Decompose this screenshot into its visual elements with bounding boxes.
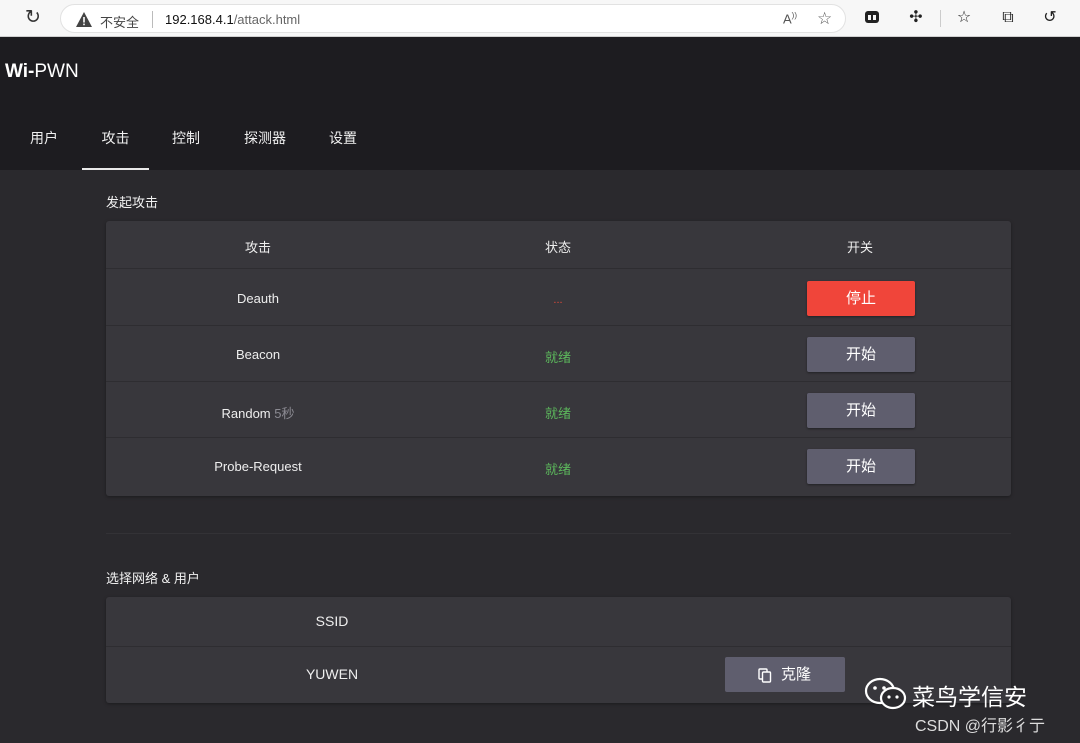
address-bar[interactable]: 不安全 192.168.4.1/attack.html A)) ☆	[60, 4, 846, 33]
favorites-icon[interactable]: ☆	[954, 8, 974, 28]
table-row: Beacon 就绪 开始	[106, 326, 1011, 382]
stop-button[interactable]: 停止	[807, 281, 915, 316]
header-attack: 攻击	[244, 240, 271, 255]
attack-duration: 5秒	[274, 406, 295, 421]
address-divider	[152, 11, 153, 28]
table-header-row: 攻击 状态 开关	[106, 221, 1011, 269]
header-status: 状态	[544, 240, 571, 255]
insecure-label: 不安全	[100, 15, 140, 30]
start-button[interactable]: 开始	[807, 337, 915, 372]
table-row: Deauth ... 停止	[106, 270, 1011, 326]
brand-bold: Wi-	[5, 61, 35, 82]
section-divider	[106, 533, 1011, 534]
brand-logo: Wi-PWN	[5, 61, 79, 83]
favorite-star-icon[interactable]: ☆	[817, 9, 832, 29]
table-row: Probe-Request 就绪 开始	[106, 438, 1011, 496]
collections-add-icon[interactable]: ⧉	[998, 8, 1018, 28]
read-aloud-icon[interactable]: A))	[783, 11, 797, 26]
header-ssid: SSID	[315, 613, 349, 629]
tab-sniffer[interactable]: 探测器	[243, 121, 287, 170]
start-button[interactable]: 开始	[807, 393, 915, 428]
clone-label: 克隆	[781, 666, 812, 683]
url-host: 192.168.4.1	[165, 12, 234, 27]
reload-icon[interactable]: ↻	[22, 7, 44, 29]
url-text[interactable]: 192.168.4.1/attack.html	[165, 12, 300, 27]
app-header: Wi-PWN 用户 攻击 控制 探测器 设置	[0, 37, 1080, 170]
tab-users[interactable]: 用户	[29, 121, 59, 170]
attack-name: Deauth	[237, 291, 279, 306]
toolbar-divider	[940, 10, 941, 27]
tab-control[interactable]: 控制	[171, 121, 201, 170]
brand-rest: PWN	[34, 61, 79, 82]
attack-name-cell: Random 5秒	[158, 403, 358, 422]
attack-section-title: 发起攻击	[106, 195, 159, 210]
watermark-sub: CSDN @行影彳亍	[915, 718, 1046, 735]
start-button[interactable]: 开始	[807, 449, 915, 484]
attack-status: 就绪	[544, 350, 571, 365]
warning-icon	[76, 12, 92, 27]
attack-name: Probe-Request	[214, 459, 302, 474]
tab-attack[interactable]: 攻击	[82, 121, 149, 170]
wechat-icon	[864, 677, 907, 710]
collections-icon[interactable]	[862, 8, 882, 28]
table-row: Random 5秒 就绪 开始	[106, 382, 1011, 438]
network-ssid: YUWEN	[305, 666, 359, 682]
attack-status: 就绪	[544, 462, 571, 477]
network-section-title: 选择网络 & 用户	[106, 571, 200, 586]
attack-name: Beacon	[235, 347, 281, 362]
clone-button[interactable]: 克隆	[725, 657, 845, 692]
watermark-name: 菜鸟学信安	[912, 685, 1027, 711]
attack-name: Random	[221, 406, 271, 421]
tab-settings[interactable]: 设置	[328, 121, 358, 170]
header-toggle: 开关	[846, 240, 873, 255]
attack-status: ...	[553, 294, 563, 306]
table-header-row: SSID	[106, 597, 1011, 647]
history-icon[interactable]: ↺	[1040, 8, 1060, 28]
url-path: /attack.html	[233, 12, 301, 27]
attack-status: 就绪	[544, 406, 571, 421]
copy-icon	[758, 668, 772, 683]
extensions-icon[interactable]: ✣	[906, 8, 926, 28]
attack-table: 攻击 状态 开关 Deauth ... 停止 Beacon 就绪 开始 Rand…	[106, 221, 1011, 496]
browser-toolbar: ↻ 不安全 192.168.4.1/attack.html A)) ☆ ✣ ☆ …	[0, 0, 1080, 37]
